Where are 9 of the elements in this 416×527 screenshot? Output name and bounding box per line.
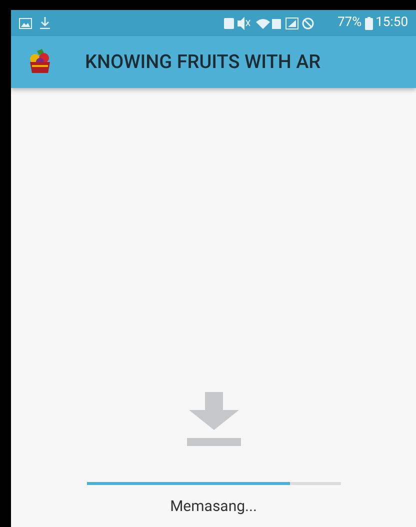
underline-bar-icon <box>186 438 240 446</box>
clock-time: 15:50 <box>376 14 408 32</box>
battery-percent: 77% <box>337 14 362 32</box>
image-icon <box>19 18 32 28</box>
battery-icon <box>364 16 373 30</box>
download-icon <box>40 17 50 29</box>
app-title: KNOWING FRUITS WITH AR <box>85 48 321 75</box>
fruit-basket-icon <box>28 49 52 75</box>
install-status: Memasang... <box>170 496 257 516</box>
